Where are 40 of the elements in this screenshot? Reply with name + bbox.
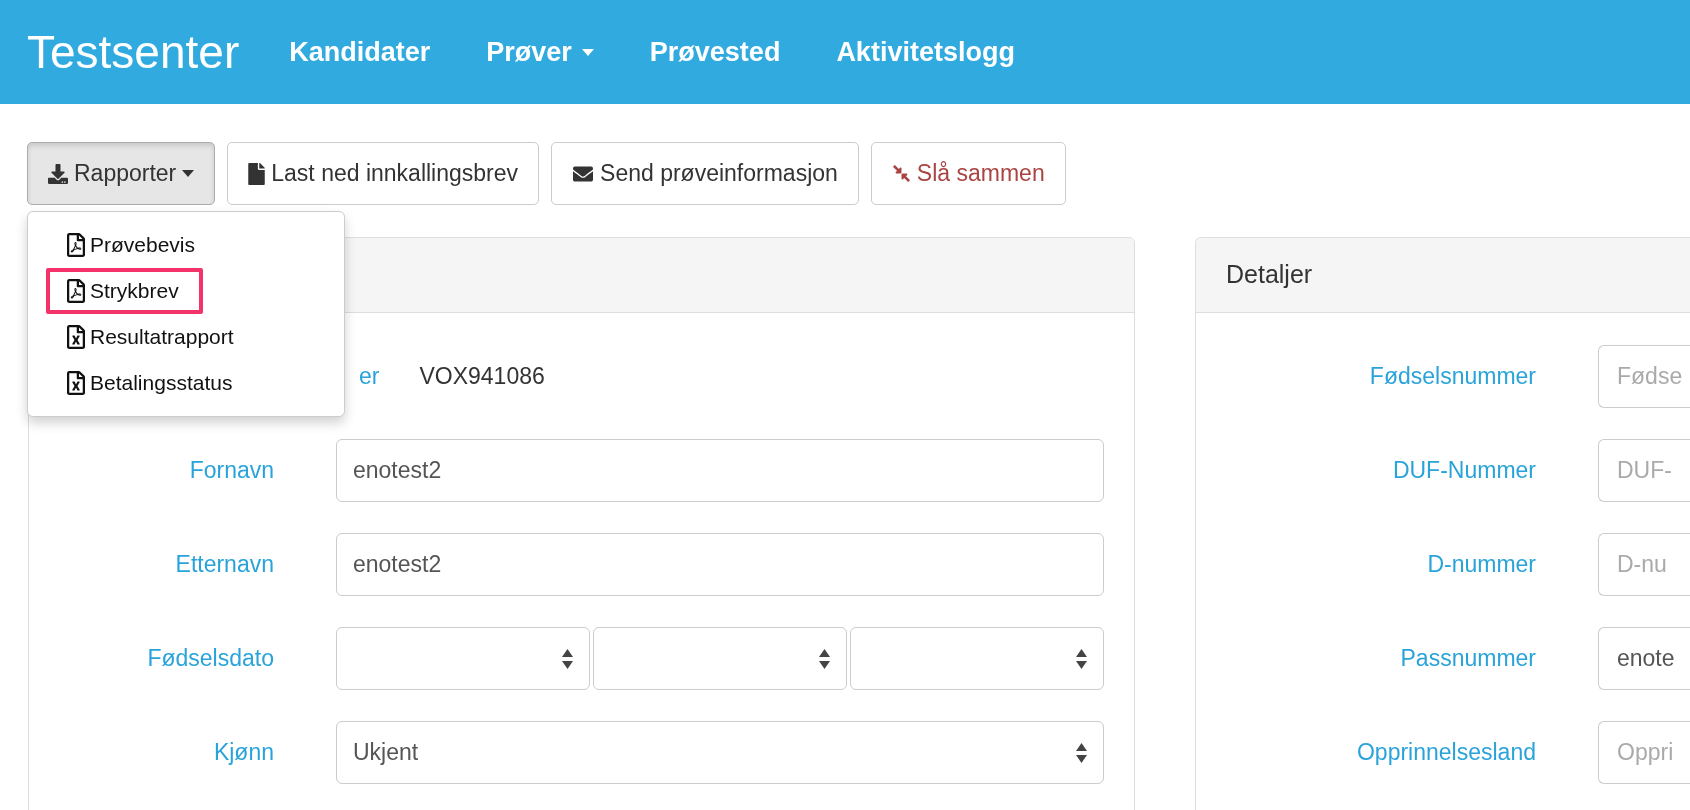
field-label: DUF-Nummer bbox=[1391, 456, 1536, 486]
toolbar-button[interactable]: Last ned innkallingsbrev bbox=[227, 142, 540, 205]
select-arrows-icon bbox=[1076, 648, 1087, 669]
select-arrows-icon bbox=[819, 648, 830, 669]
compress-icon bbox=[891, 164, 911, 183]
toolbar-button[interactable]: Rapporter bbox=[27, 142, 216, 205]
excel-file-icon bbox=[66, 371, 86, 395]
field-label: Opprinnelsesland bbox=[1356, 738, 1536, 768]
field-label: Etternavn bbox=[174, 550, 274, 580]
pdf-file-icon bbox=[66, 233, 86, 257]
menu-item[interactable]: Strykbrev bbox=[46, 268, 203, 314]
select-arrows-icon bbox=[562, 648, 573, 669]
excel-file-icon bbox=[66, 325, 86, 349]
select-arrows-icon bbox=[1076, 742, 1087, 763]
field-label: Fornavn bbox=[188, 456, 274, 486]
file-icon bbox=[248, 162, 266, 185]
menu-item[interactable]: Betalingsstatus bbox=[46, 360, 257, 406]
select-field[interactable] bbox=[593, 627, 847, 690]
caret-icon bbox=[581, 48, 594, 56]
select-field[interactable] bbox=[336, 627, 590, 690]
field-label: Kjønn bbox=[212, 738, 274, 768]
caret-icon bbox=[182, 170, 195, 177]
field-label: er bbox=[359, 362, 380, 392]
pdf-file-icon bbox=[66, 279, 86, 303]
field-label: Fødselsnummer bbox=[1368, 362, 1536, 392]
text-field[interactable]: enotest2 bbox=[336, 533, 1104, 596]
menu-item[interactable]: Prøvebevis bbox=[46, 222, 220, 268]
toolbar-button[interactable]: Send prøveinformasjon bbox=[551, 142, 859, 205]
select-field[interactable] bbox=[850, 627, 1104, 690]
panel-title: Detaljer bbox=[1226, 259, 1313, 291]
field-label: Fødselsdato bbox=[146, 644, 274, 674]
download-icon bbox=[48, 163, 68, 184]
toolbar-button[interactable]: Slå sammen bbox=[870, 142, 1066, 205]
field-label: Passnummer bbox=[1399, 644, 1536, 674]
menu-item[interactable]: Resultatrapport bbox=[46, 314, 258, 360]
field-label: D-nummer bbox=[1426, 550, 1536, 580]
field-value: VOX941086 bbox=[419, 362, 545, 392]
select-field[interactable]: Ukjent bbox=[336, 721, 1104, 784]
text-field[interactable]: enotest2 bbox=[336, 439, 1104, 502]
text-field[interactable]: enote bbox=[1598, 627, 1690, 690]
